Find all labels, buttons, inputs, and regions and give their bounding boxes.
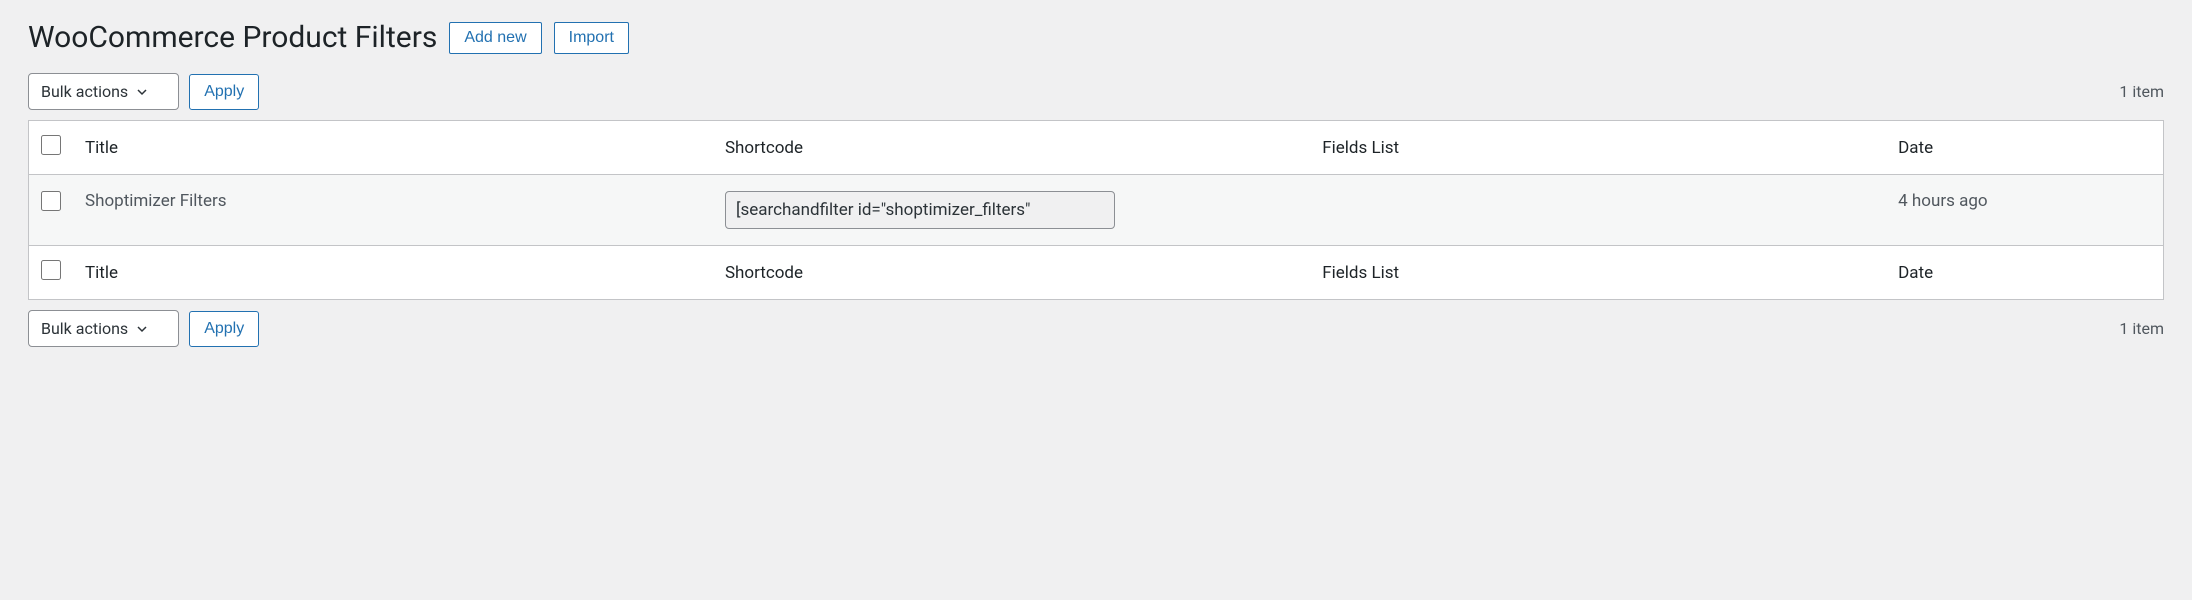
apply-button-bottom[interactable]: Apply	[189, 311, 259, 347]
bulk-actions-label-bottom: Bulk actions	[41, 319, 128, 338]
item-count-bottom: 1 item	[2119, 319, 2164, 338]
column-header-fields-list: Fields List	[1310, 121, 1886, 175]
item-count-top: 1 item	[2119, 82, 2164, 101]
chevron-down-icon	[136, 86, 148, 98]
column-footer-title[interactable]: Title	[73, 246, 713, 300]
add-new-button[interactable]: Add new	[449, 22, 541, 54]
row-date: 4 hours ago	[1886, 175, 2163, 246]
column-header-date[interactable]: Date	[1886, 121, 2163, 175]
row-title-link[interactable]: Shoptimizer Filters	[85, 191, 227, 211]
apply-button-top[interactable]: Apply	[189, 74, 259, 110]
bulk-actions-select-bottom[interactable]: Bulk actions	[28, 310, 179, 347]
column-header-title[interactable]: Title	[73, 121, 713, 175]
bulk-actions-label: Bulk actions	[41, 82, 128, 101]
shortcode-input[interactable]	[725, 191, 1115, 229]
column-footer-shortcode: Shortcode	[713, 246, 1310, 300]
select-all-checkbox-bottom[interactable]	[41, 260, 61, 280]
row-checkbox[interactable]	[41, 191, 61, 211]
table-row: Shoptimizer Filters 4 hours ago	[29, 175, 2164, 246]
bulk-actions-select[interactable]: Bulk actions	[28, 73, 179, 110]
select-all-checkbox-top[interactable]	[41, 135, 61, 155]
chevron-down-icon	[136, 323, 148, 335]
column-header-shortcode: Shortcode	[713, 121, 1310, 175]
filters-table: Title Shortcode Fields List Date Shoptim…	[28, 120, 2164, 300]
page-title: WooCommerce Product Filters	[28, 20, 437, 55]
column-footer-fields-list: Fields List	[1310, 246, 1886, 300]
column-footer-date[interactable]: Date	[1886, 246, 2163, 300]
row-fields-list	[1310, 175, 1886, 246]
import-button[interactable]: Import	[554, 22, 629, 54]
